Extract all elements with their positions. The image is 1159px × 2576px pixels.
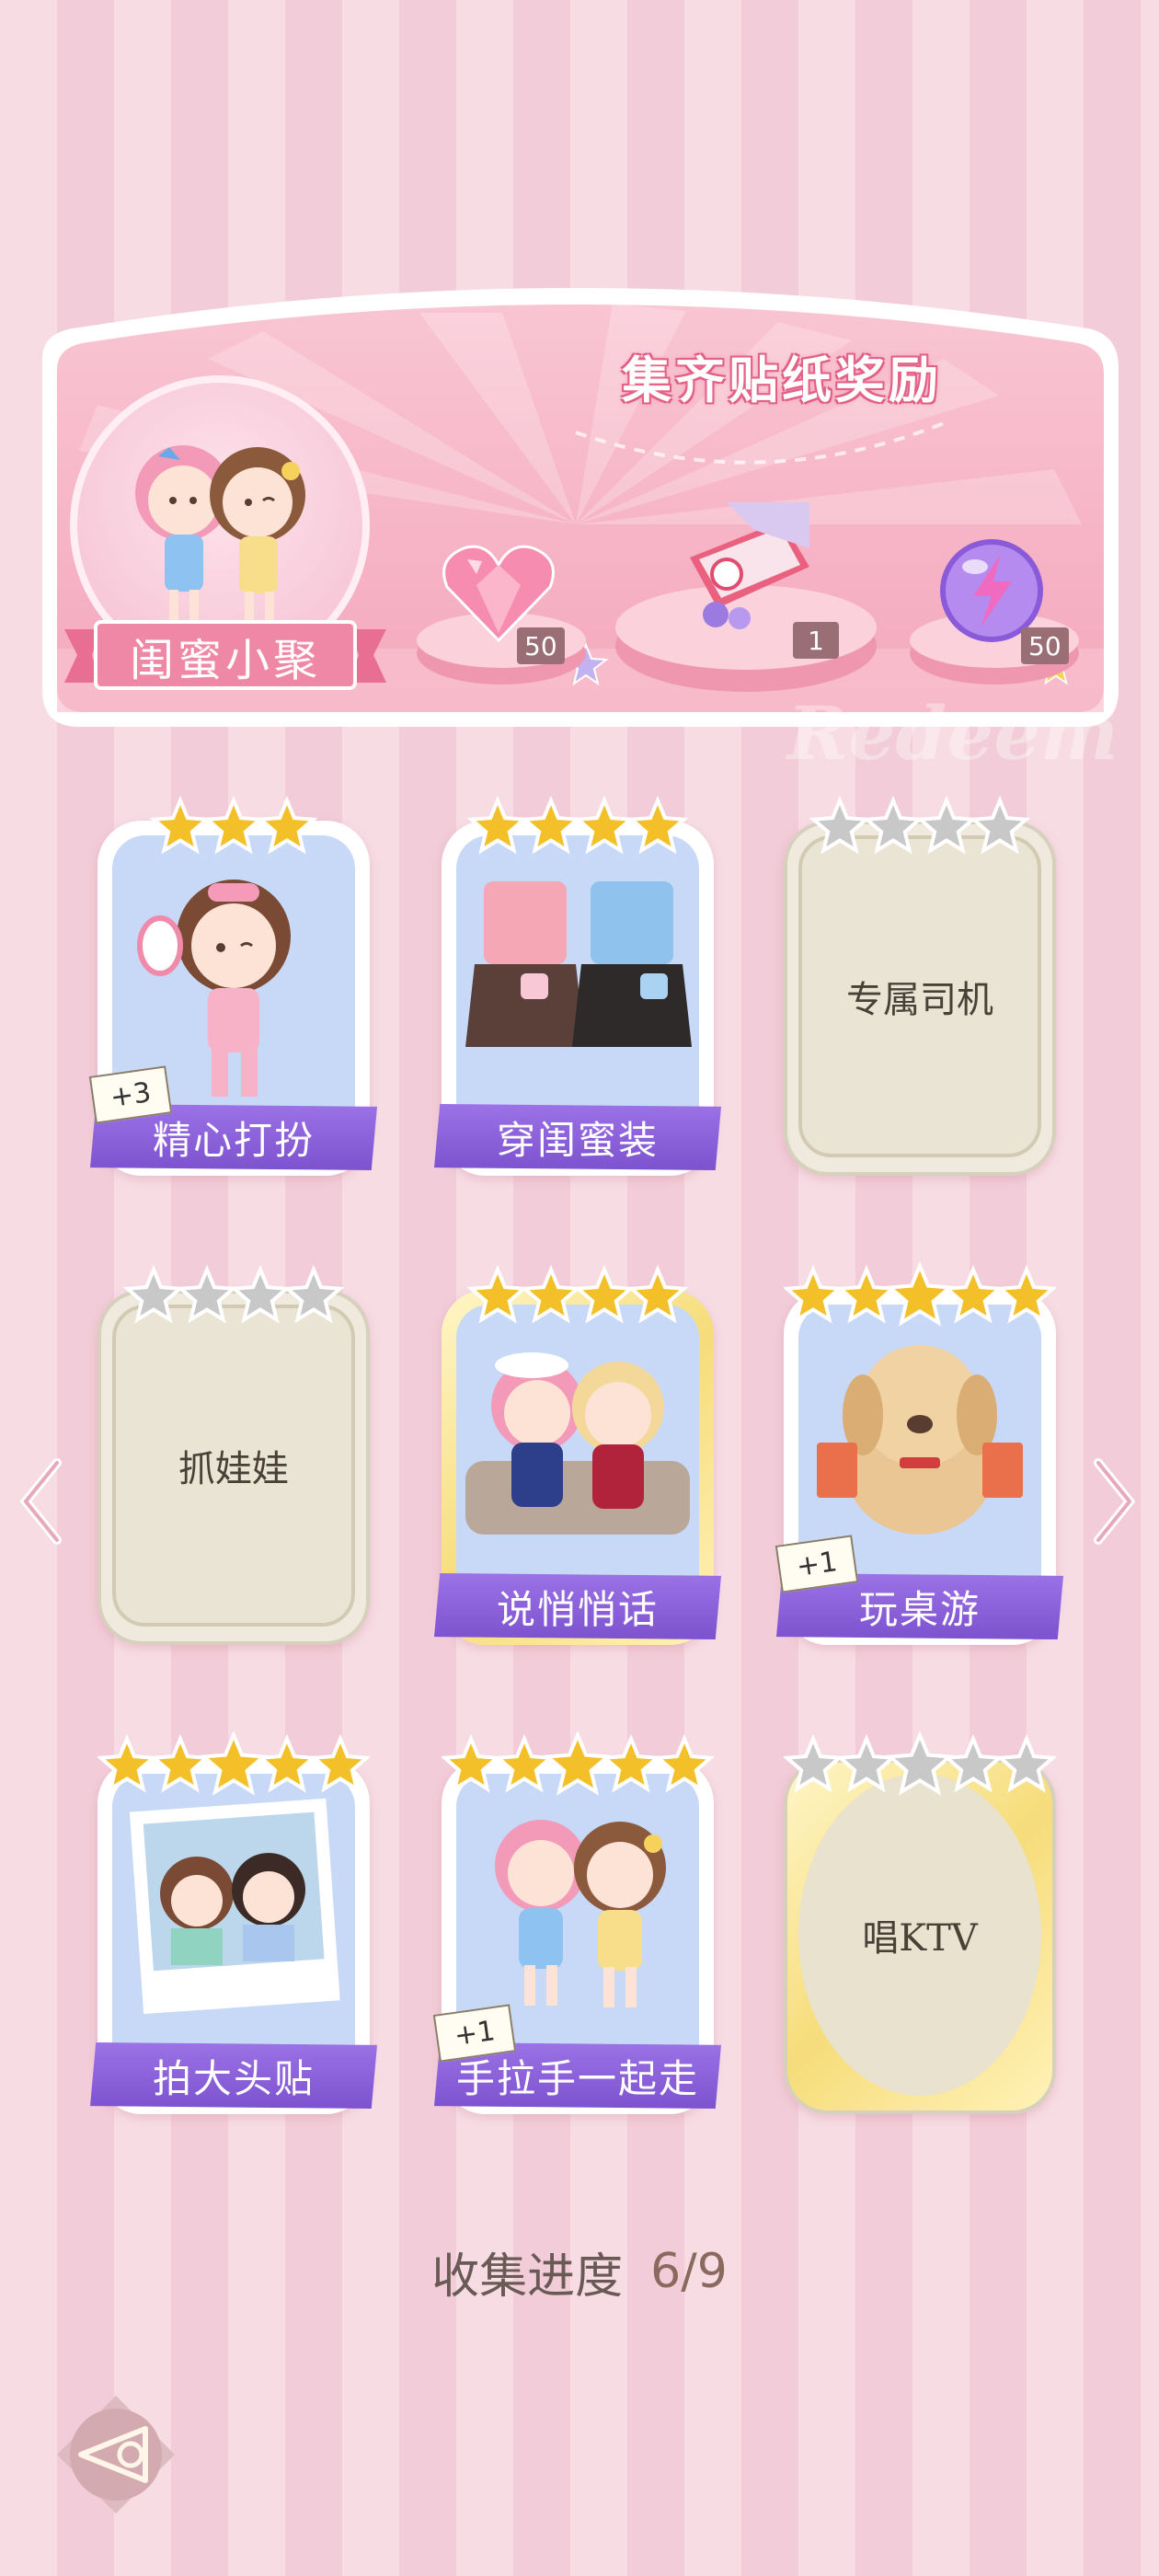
star-rating: [784, 1262, 1056, 1327]
reward-count: 1: [793, 622, 839, 659]
gift-box-icon[interactable]: [671, 493, 819, 640]
star-icon: [995, 1264, 1056, 1324]
star-icon: [573, 795, 636, 855]
sticker-card[interactable]: 精心打扮 +3: [88, 793, 377, 1176]
reward-count: 50: [1021, 627, 1069, 664]
star-rating: [149, 795, 318, 855]
sticker-illustration: [465, 1352, 690, 1535]
chevron-left-icon[interactable]: [15, 1455, 70, 1547]
star-icon: [573, 1264, 636, 1324]
sticker-card[interactable]: 玩桌游 +1: [775, 1262, 1063, 1645]
star-icon: [835, 1264, 898, 1324]
star-icon: [256, 795, 318, 855]
star-icon: [626, 795, 689, 855]
card-name-label: 拍大头贴: [90, 2042, 377, 2109]
star-icon: [466, 795, 529, 855]
card-name-label: 穿闺蜜装: [434, 1104, 721, 1170]
star-icon: [784, 1264, 844, 1324]
star-icon: [442, 1733, 502, 1793]
star-icon: [942, 1264, 1004, 1324]
collection-progress: 收集进度 6/9: [276, 2239, 883, 2305]
sticker-card[interactable]: 手拉手一起走 +1: [432, 1731, 721, 2114]
sticker-card[interactable]: 穿闺蜜装: [434, 793, 721, 1176]
card-name-label: 说悄悄话: [434, 1573, 721, 1639]
star-rating: [98, 1731, 370, 1796]
sticker-illustration: [465, 881, 692, 1047]
party-label: 闺蜜小聚: [129, 635, 321, 686]
banner-title: 集齐贴纸奖励: [622, 351, 942, 409]
star-icon: [600, 1733, 662, 1793]
locked-card-label: 专属司机: [846, 979, 993, 1021]
sticker-card[interactable]: 说悄悄话: [434, 1262, 721, 1645]
star-rating: [466, 795, 689, 855]
sticker-card[interactable]: 专属司机: [784, 793, 1056, 1176]
star-icon: [309, 1733, 370, 1793]
locked-card-label: 抓娃娃: [178, 1448, 289, 1490]
star-rating: [466, 1264, 689, 1324]
chevron-right-icon[interactable]: [1085, 1455, 1141, 1547]
star-icon: [466, 1264, 529, 1324]
progress-value: 6/9: [650, 2244, 728, 2299]
star-icon: [520, 1264, 582, 1324]
star-rating: [442, 1731, 714, 1796]
star-icon: [149, 1733, 212, 1793]
star-icon: [98, 1733, 158, 1793]
star-icon: [885, 1262, 955, 1327]
star-icon: [149, 795, 212, 855]
star-icon: [493, 1733, 556, 1793]
star-icon: [202, 795, 265, 855]
star-icon: [520, 795, 582, 855]
sticker-illustration: [129, 1798, 340, 2015]
redeem-watermark: Redeem: [787, 690, 1119, 776]
reward-count: 50: [517, 627, 565, 664]
back-button[interactable]: [53, 2392, 178, 2517]
sticker-card[interactable]: 抓娃娃: [98, 1262, 370, 1645]
star-icon: [653, 1733, 714, 1793]
locked-card-label: 唱KTV: [862, 1917, 978, 1960]
sticker-card[interactable]: 唱KTV: [784, 1731, 1056, 2114]
progress-label: 收集进度: [431, 2248, 624, 2305]
star-icon: [543, 1731, 613, 1796]
star-icon: [256, 1733, 318, 1793]
star-icon: [626, 1264, 689, 1324]
sticker-card[interactable]: 拍大头贴: [90, 1731, 377, 2114]
star-icon: [199, 1731, 269, 1796]
